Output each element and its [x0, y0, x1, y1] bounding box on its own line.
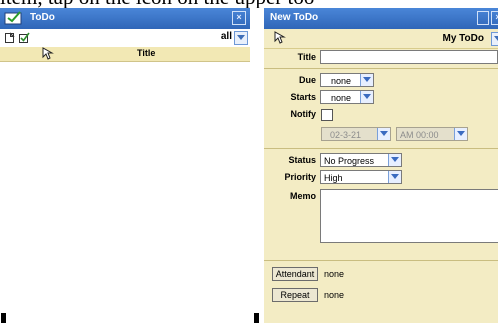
chevron-down-icon[interactable] [377, 128, 390, 140]
starts-label: Starts [290, 92, 316, 102]
priority-label: Priority [284, 172, 316, 182]
notify-checkbox[interactable] [321, 109, 333, 121]
divider [264, 260, 498, 261]
cursor-icon[interactable] [42, 47, 56, 60]
attendant-button[interactable]: Attendant [272, 267, 318, 281]
todo-list-window: ToDo × all Title [0, 8, 250, 308]
edit-item-icon[interactable] [18, 32, 30, 44]
memo-label: Memo [289, 191, 316, 201]
memo-textarea[interactable] [320, 189, 498, 243]
form-toolbar: My ToDo [264, 29, 498, 49]
due-select[interactable]: none [320, 73, 374, 87]
priority-select[interactable]: High [320, 170, 402, 184]
title-input[interactable] [320, 50, 498, 64]
chevron-down-icon[interactable] [388, 154, 401, 166]
divider [264, 148, 498, 149]
todo-column-header: Title [0, 47, 250, 62]
chevron-down-icon[interactable] [454, 128, 467, 140]
notify-label: Notify [290, 109, 317, 119]
chevron-down-icon[interactable] [234, 31, 248, 45]
status-label: Status [288, 155, 316, 165]
due-value: none [331, 76, 352, 86]
notify-time-select[interactable]: AM 00:00 [396, 127, 468, 141]
close-icon[interactable]: × [491, 11, 498, 25]
close-icon[interactable]: × [232, 11, 246, 25]
todo-titlebar: ToDo × [0, 8, 250, 29]
repeat-button[interactable]: Repeat [272, 288, 318, 302]
column-title[interactable]: Title [137, 48, 155, 58]
new-item-icon[interactable] [4, 32, 16, 44]
marker-left [1, 313, 6, 323]
attendant-value: none [324, 269, 345, 279]
cursor-icon[interactable] [274, 31, 288, 44]
divider [264, 68, 498, 69]
chevron-down-icon[interactable] [491, 32, 498, 46]
chevron-down-icon[interactable] [360, 91, 373, 103]
new-todo-window: New ToDo × My ToDo Title Due none Starts… [264, 8, 498, 323]
todo-app-icon [4, 11, 22, 25]
status-select[interactable]: No Progress [320, 153, 402, 167]
priority-value: High [324, 173, 343, 183]
todo-toolbar: all [0, 29, 250, 47]
filter-select[interactable]: all [221, 31, 232, 42]
notify-time-value: AM 00:00 [400, 130, 439, 140]
chevron-down-icon[interactable] [360, 74, 373, 86]
status-value: No Progress [324, 156, 375, 166]
marker-right [254, 313, 259, 323]
starts-value: none [331, 93, 352, 103]
folder-select[interactable]: My ToDo [443, 33, 484, 44]
new-todo-titlebar: New ToDo × [264, 8, 498, 29]
repeat-value: none [324, 290, 345, 300]
due-label: Due [298, 75, 316, 85]
starts-select[interactable]: none [320, 90, 374, 104]
notify-date-value: 02-3-21 [330, 130, 362, 140]
notify-date-select[interactable]: 02-3-21 [321, 127, 391, 141]
todo-window-title: ToDo [30, 12, 55, 23]
title-label: Title [297, 52, 316, 62]
instruction-caption: item, tap on the icon on the upper too [0, 0, 498, 8]
ok-icon[interactable] [477, 11, 489, 25]
chevron-down-icon[interactable] [388, 171, 401, 183]
new-todo-title: New ToDo [270, 12, 319, 23]
